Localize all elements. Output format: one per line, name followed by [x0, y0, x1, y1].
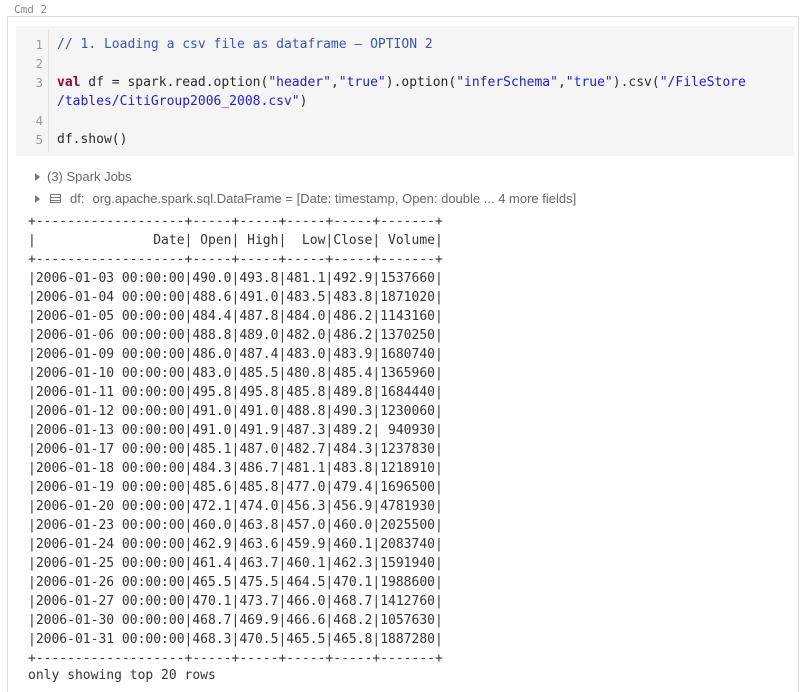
code-line-read: val df = spark.read.option("header","tru… — [57, 75, 746, 90]
code-fragment: , — [557, 75, 566, 90]
spark-jobs-toggle[interactable]: (3) Spark Jobs — [35, 169, 132, 184]
table-row: |2006-01-09 00:00:00|486.0|487.4|483.0|4… — [28, 347, 443, 362]
code-editor[interactable]: 1 2 3 4 5 // 1. Loading a csv file as da… — [16, 26, 794, 156]
table-icon — [50, 194, 61, 203]
code-fragment: , — [330, 75, 339, 90]
table-row: |2006-01-26 00:00:00|465.5|475.5|464.5|4… — [28, 575, 443, 590]
table-border: +-------------------+-----+-----+-----+-… — [28, 252, 443, 267]
line-number: 2 — [35, 56, 43, 71]
table-row: |2006-01-31 00:00:00|468.3|470.5|465.5|4… — [28, 632, 443, 647]
keyword-val: val — [57, 75, 81, 90]
caret-right-icon[interactable] — [35, 194, 40, 203]
table-border: +-------------------+-----+-----+-----+-… — [28, 651, 443, 666]
table-row: |2006-01-04 00:00:00|488.6|491.0|483.5|4… — [28, 290, 443, 305]
line-number: 4 — [35, 113, 43, 128]
code-line-wrapped: /tables/CitiGroup2006_2008.csv") — [57, 94, 307, 109]
dataframe-schema-toggle[interactable]: df: org.apache.spark.sql.DataFrame = [Da… — [35, 191, 576, 206]
gutter-divider — [48, 30, 49, 152]
table-row: |2006-01-13 00:00:00|491.0|491.9|487.3|4… — [28, 423, 443, 438]
line-number-gutter: 1 2 3 4 5 — [16, 26, 52, 156]
table-row: |2006-01-25 00:00:00|461.4|463.7|460.1|4… — [28, 556, 443, 571]
line-number: 5 — [35, 132, 43, 147]
table-row: |2006-01-10 00:00:00|483.0|485.5|480.8|4… — [28, 366, 443, 381]
dataframe-schema: org.apache.spark.sql.DataFrame = [Date: … — [92, 191, 577, 206]
string-literal: "header" — [268, 75, 331, 90]
string-literal: "/FileStore — [659, 75, 746, 90]
string-literal: /tables/CitiGroup2006_2008.csv" — [57, 94, 300, 109]
code-fragment: ).option( — [385, 75, 457, 90]
code-fragment: ).csv( — [612, 75, 660, 90]
table-row: |2006-01-19 00:00:00|485.6|485.8|477.0|4… — [28, 480, 443, 495]
dataframe-name: df: — [70, 191, 85, 206]
table-row: |2006-01-12 00:00:00|491.0|491.0|488.8|4… — [28, 404, 443, 419]
line-number: 3 — [35, 75, 43, 90]
table-row: |2006-01-17 00:00:00|485.1|487.0|482.7|4… — [28, 442, 443, 457]
code-fragment: ) — [299, 94, 308, 109]
table-row: |2006-01-23 00:00:00|460.0|463.8|457.0|4… — [28, 518, 443, 533]
table-border: +-------------------+-----+-----+-----+-… — [28, 214, 443, 229]
table-output: +-------------------+-----+-----+-----+-… — [28, 212, 443, 668]
table-row: |2006-01-18 00:00:00|484.3|486.7|481.1|4… — [28, 461, 443, 476]
table-header: | Date| Open| High| Low|Close| Volume| — [28, 233, 443, 248]
line-number: 1 — [35, 37, 43, 52]
table-row: |2006-01-05 00:00:00|484.4|487.8|484.0|4… — [28, 309, 443, 324]
caret-right-icon[interactable] — [35, 172, 40, 181]
spark-jobs-label: (3) Spark Jobs — [47, 169, 132, 184]
output-footer: only showing top 20 rows — [28, 668, 216, 683]
table-row: |2006-01-20 00:00:00|472.1|474.0|456.3|4… — [28, 499, 443, 514]
code-fragment: df = spark.read.option( — [80, 75, 269, 90]
code-line-show: df.show() — [57, 132, 128, 147]
table-row: |2006-01-30 00:00:00|468.7|469.9|466.6|4… — [28, 613, 443, 628]
table-row: |2006-01-24 00:00:00|462.9|463.6|459.9|4… — [28, 537, 443, 552]
string-literal: "inferSchema" — [456, 75, 558, 90]
string-literal: "true" — [565, 75, 613, 90]
table-row: |2006-01-03 00:00:00|490.0|493.8|481.1|4… — [28, 271, 443, 286]
table-row: |2006-01-06 00:00:00|488.8|489.0|482.0|4… — [28, 328, 443, 343]
table-row: |2006-01-11 00:00:00|495.8|495.8|485.8|4… — [28, 385, 443, 400]
cell-label: Cmd 2 — [14, 3, 48, 16]
string-literal: "true" — [338, 75, 386, 90]
table-row: |2006-01-27 00:00:00|470.1|473.7|466.0|4… — [28, 594, 443, 609]
code-line-comment: // 1. Loading a csv file as dataframe – … — [57, 37, 433, 52]
